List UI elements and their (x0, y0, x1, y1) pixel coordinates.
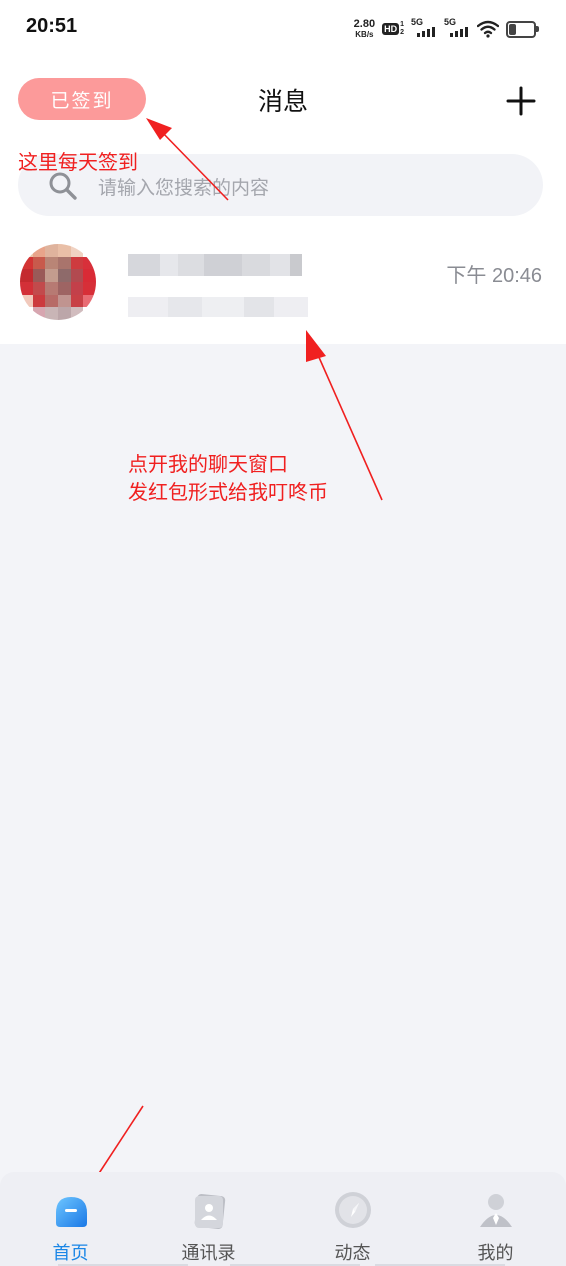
wifi-icon (477, 20, 499, 38)
tab-home-label: 首页 (52, 1243, 89, 1264)
annotation-chat-note: 点开我的聊天窗口 发红包形式给我叮咚币 (128, 450, 328, 506)
status-icons: 2.80 KB/s HD 1 2 5G 5G (354, 17, 539, 41)
sim2-network-label: 5G (444, 17, 457, 27)
home-icon (50, 1189, 92, 1231)
annotation-chat-note-line2: 发红包形式给我叮咚币 (128, 480, 328, 504)
avatar (20, 244, 96, 320)
profile-icon (475, 1189, 517, 1231)
hd-label: HD (382, 23, 400, 35)
status-time: 20:51 (26, 15, 78, 37)
signal-sim2-icon: 5G (444, 17, 470, 39)
compass-icon (332, 1189, 374, 1231)
status-bar: 20:51 2.80 KB/s HD 1 2 5G 5G (0, 0, 566, 56)
hd-voice-icon: HD 1 2 (382, 21, 404, 37)
search-input[interactable]: 请输入您搜索的内容 (18, 154, 543, 216)
checkin-button[interactable]: 已签到 (18, 78, 146, 120)
battery-icon (506, 20, 539, 38)
bottom-tab-bar: 首页 通讯录 动态 我的 (0, 1172, 566, 1266)
search-section: 请输入您搜索的内容 (0, 144, 566, 232)
network-speed-unit: KB/s (355, 30, 374, 39)
conversation-item[interactable]: 下午 20:46 (0, 232, 566, 344)
network-speed-value: 2.80 (353, 18, 376, 30)
conversation-preview-blurred (128, 297, 308, 317)
hd-sub1: 1 (400, 21, 404, 28)
sim1-network-label: 5G (411, 17, 424, 27)
tab-me-label: 我的 (477, 1243, 514, 1264)
network-speed: 2.80 KB/s (354, 19, 375, 39)
search-icon (49, 172, 77, 200)
tab-moments[interactable]: 动态 (282, 1172, 423, 1266)
tab-moments-label: 动态 (334, 1243, 371, 1264)
search-placeholder: 请输入您搜索的内容 (98, 177, 270, 199)
tab-contacts-label: 通讯录 (181, 1243, 236, 1264)
contacts-icon (188, 1189, 230, 1231)
header: 已签到 消息 (0, 56, 566, 144)
messages-screen: 20:51 2.80 KB/s HD 1 2 5G 5G 已签到 消息 请输入您… (0, 0, 566, 1266)
plus-icon[interactable] (506, 86, 536, 116)
tab-home[interactable]: 首页 (0, 1172, 141, 1266)
annotation-arrow-conversation (306, 330, 383, 501)
tab-me[interactable]: 我的 (425, 1172, 566, 1266)
annotation-chat-note-line1: 点开我的聊天窗口 (128, 452, 288, 476)
tab-contacts[interactable]: 通讯录 (138, 1172, 279, 1266)
hd-sub2: 2 (400, 29, 404, 36)
conversation-name-blurred (128, 254, 302, 276)
signal-sim1-icon: 5G (411, 17, 437, 39)
conversation-time: 下午 20:46 (446, 265, 542, 287)
